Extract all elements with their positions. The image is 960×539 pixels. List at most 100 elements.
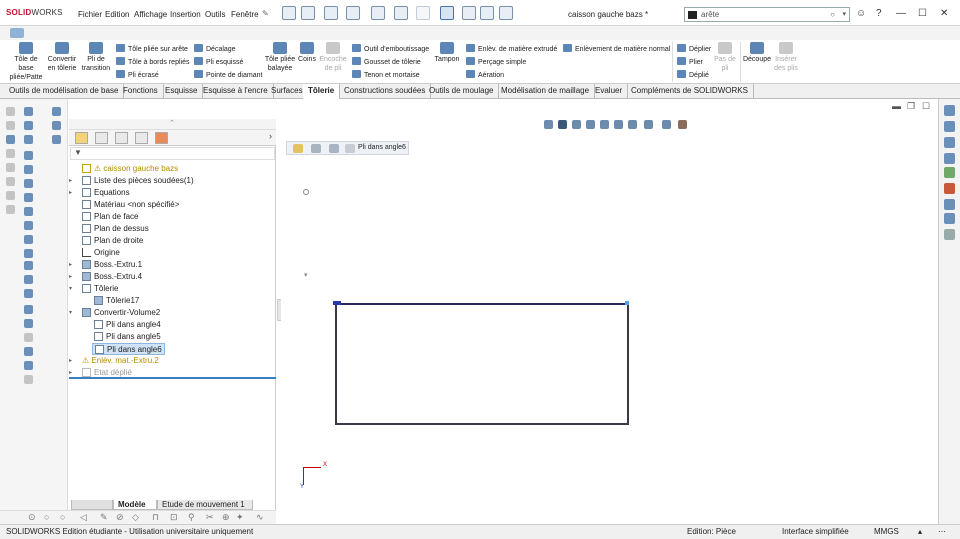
tab-complements[interactable]: Compléments de SOLIDWORKS: [626, 84, 754, 99]
tool-icon[interactable]: [24, 151, 33, 160]
rip-button[interactable]: Découpe: [742, 42, 772, 64]
solidworks-forum-icon[interactable]: [944, 213, 955, 224]
tree-item-corner-bend-4[interactable]: Pli dans angle4: [94, 319, 161, 331]
stamp-button[interactable]: Tampon: [434, 42, 460, 64]
tab-outils-de-modelisation[interactable]: Outils de modélisation de base: [4, 84, 125, 99]
tool-icon[interactable]: [6, 121, 15, 130]
tool-icon[interactable]: [24, 261, 33, 270]
base-flange-button[interactable]: Tôle de base pliée/Patte: [8, 42, 44, 82]
corner-bend-breadcrumb-icon[interactable]: [345, 144, 355, 153]
tool-icon[interactable]: [6, 163, 15, 172]
tool-icon[interactable]: [24, 275, 33, 284]
tool-icon[interactable]: [24, 221, 33, 230]
tool-icon[interactable]: [24, 361, 33, 370]
fold-button[interactable]: Plier: [677, 57, 703, 66]
body-breadcrumb-icon[interactable]: [311, 144, 321, 153]
nav-icon[interactable]: ✂: [206, 512, 214, 523]
tab-outils-de-moulage[interactable]: Outils de moulage: [424, 84, 500, 99]
tool-icon[interactable]: [24, 179, 33, 188]
panel-collapse-bar[interactable]: ⌃: [69, 119, 276, 130]
tool-icon[interactable]: [24, 333, 33, 342]
tool-icon[interactable]: [6, 191, 15, 200]
tool-icon[interactable]: [24, 305, 33, 314]
tab-tolerie[interactable]: Tôlerie: [303, 84, 341, 99]
tab-motion-study[interactable]: Etude de mouvement 1: [157, 500, 253, 510]
cross-break-button[interactable]: Pointe de diamant: [194, 70, 262, 79]
nav-icon[interactable]: ◇: [132, 512, 139, 523]
collapse-arrow-icon[interactable]: ⌃: [169, 119, 175, 127]
tool-icon[interactable]: [24, 207, 33, 216]
tree-item-corner-bend-5[interactable]: Pli dans angle5: [94, 331, 161, 343]
search-box[interactable]: ○ ▾: [684, 7, 850, 22]
tree-item-top-plane[interactable]: Plan de dessus: [82, 223, 149, 235]
tool-icon[interactable]: [24, 235, 33, 244]
window-close-icon[interactable]: ☐: [922, 101, 930, 112]
tool-icon[interactable]: [24, 249, 33, 258]
tool-icon[interactable]: [24, 289, 33, 298]
tool-icon[interactable]: [6, 149, 15, 158]
no-bends-button[interactable]: Pas de pli: [713, 42, 737, 73]
rebuild-icon[interactable]: [462, 6, 476, 20]
tree-root[interactable]: ⚠ caisson gauche bazs: [82, 163, 178, 175]
tab-esquisse[interactable]: Esquisse: [160, 84, 204, 99]
feature-manager-tab-icon[interactable]: [75, 132, 88, 144]
lofted-bend-button[interactable]: Pli de transition: [80, 42, 112, 73]
corners-button[interactable]: Coins: [296, 42, 318, 64]
tree-item-convert-solid[interactable]: ▾ Convertir-Volume2: [69, 307, 160, 319]
tab-constructions-soudees[interactable]: Constructions soudées: [339, 84, 432, 99]
search-input[interactable]: [701, 9, 831, 20]
menu-fichier[interactable]: Fichier: [78, 10, 102, 19]
tree-item-cut-list[interactable]: ▸ Liste des pièces soudées(1): [69, 175, 194, 187]
zoom-to-area-icon[interactable]: [614, 120, 623, 129]
help-icon[interactable]: ?: [876, 8, 882, 19]
tab-esquisse-encre[interactable]: Esquisse à l'encre: [198, 84, 274, 99]
insert-bends-button[interactable]: Insérer des plis: [773, 42, 799, 73]
rotate-icon[interactable]: [586, 120, 595, 129]
display-style-icon[interactable]: [662, 120, 671, 129]
tool-icon[interactable]: [24, 165, 33, 174]
user-account-icon[interactable]: ☺: [856, 8, 866, 19]
search-dropdown-icon[interactable]: ▾: [842, 10, 846, 18]
extruded-cut-button[interactable]: Enlèv. de matière extrudé: [466, 44, 557, 53]
nav-icon[interactable]: ⊙: [28, 512, 36, 523]
model-rectangle[interactable]: [335, 303, 629, 425]
nav-icon[interactable]: ∿: [256, 512, 264, 523]
target-icon[interactable]: [303, 189, 309, 195]
view-palette-icon[interactable]: [944, 167, 955, 178]
tab-fonctions[interactable]: Fonctions: [118, 84, 164, 99]
swept-flange-button[interactable]: Tôle pliée balayée: [264, 42, 296, 73]
view-orientation-icon[interactable]: [544, 120, 553, 129]
tool-icon[interactable]: [944, 229, 955, 240]
nav-icon[interactable]: ✦: [236, 512, 244, 523]
zoom-to-fit-icon[interactable]: [600, 120, 609, 129]
appearance-icon[interactable]: [678, 120, 687, 129]
tool-icon[interactable]: [24, 375, 33, 384]
tab-and-slot-button[interactable]: Tenon et mortaise: [352, 70, 420, 79]
open-folder-icon[interactable]: [324, 6, 338, 20]
command-manager-icon[interactable]: [10, 28, 24, 38]
menu-outils[interactable]: Outils: [205, 10, 225, 19]
collapse-arrow-icon[interactable]: ▾: [304, 271, 308, 279]
tab-evaluer[interactable]: Evaluer: [590, 84, 629, 99]
tool-icon[interactable]: [24, 135, 33, 144]
tree-item-front-plane[interactable]: Plan de face: [82, 211, 138, 223]
nav-icon[interactable]: ⊓: [152, 512, 159, 523]
dimxpert-tab-icon[interactable]: [135, 132, 148, 144]
menu-insertion[interactable]: Insertion: [170, 10, 201, 19]
new-document-icon[interactable]: [301, 6, 315, 20]
tool-icon[interactable]: [6, 107, 15, 116]
file-properties-icon[interactable]: [480, 6, 494, 20]
tab-scroll-buttons[interactable]: [71, 500, 113, 510]
pin-icon[interactable]: ✎: [262, 9, 269, 18]
options-gear-icon[interactable]: [499, 6, 513, 20]
minimize-icon[interactable]: —: [896, 8, 906, 19]
home-icon[interactable]: [944, 105, 955, 116]
property-manager-tab-icon[interactable]: [95, 132, 108, 144]
feature-breadcrumb-icon[interactable]: [329, 144, 339, 153]
flattened-bend-button[interactable]: Pli écrasé: [116, 70, 159, 79]
custom-properties-icon[interactable]: [944, 199, 955, 210]
tab-model[interactable]: Modèle: [113, 500, 157, 510]
sketched-bend-button[interactable]: Pli esquissé: [194, 57, 243, 66]
file-explorer-icon[interactable]: [944, 153, 955, 164]
tool-icon[interactable]: [24, 347, 33, 356]
